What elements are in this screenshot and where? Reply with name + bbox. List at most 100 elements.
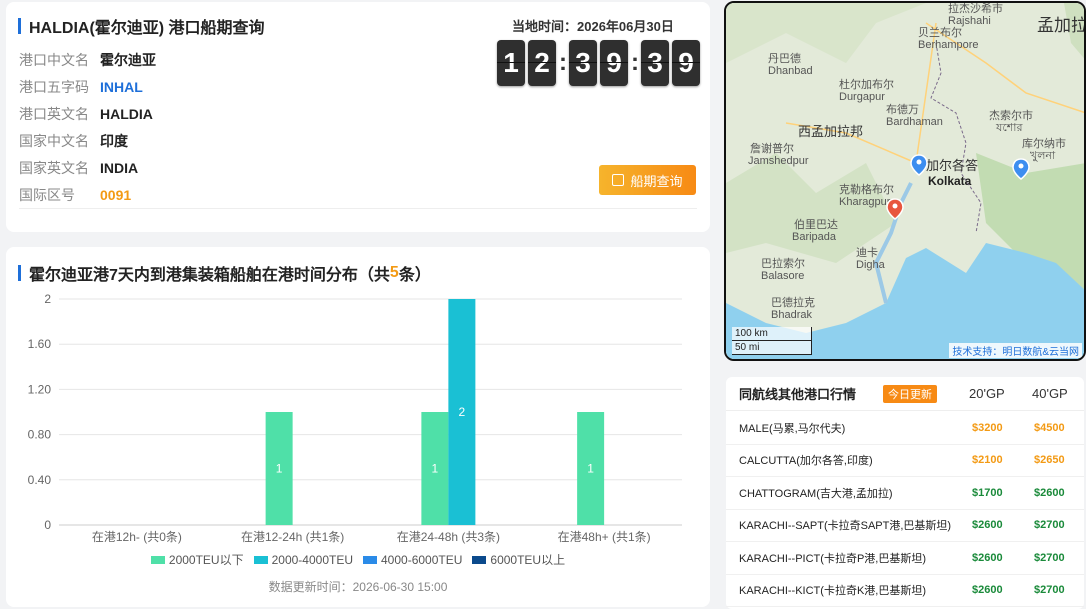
- port-title: HALDIA(霍尔迪亚) 港口船期查询: [18, 14, 265, 38]
- info-value: INHAL: [100, 78, 143, 95]
- divider: [19, 208, 697, 209]
- rate-40gp: $2700: [1034, 551, 1065, 564]
- map-label: Durgapur: [839, 91, 885, 103]
- map-label: 杜尔加布尔: [839, 79, 894, 91]
- legend-swatch: [363, 555, 377, 564]
- y-tick-label: 1.60: [28, 337, 52, 351]
- rate-20gp: $3200: [972, 421, 1003, 434]
- legend-item[interactable]: 2000-4000TEU: [253, 551, 353, 568]
- map-label: 巴德拉克: [771, 297, 815, 309]
- map-credit: 技术支持：明日数航&云当网: [949, 343, 1082, 358]
- rate-40gp: $4500: [1034, 421, 1065, 434]
- map-label: 拉杰沙希市: [948, 3, 1003, 15]
- map-label: 詹谢普尔: [750, 143, 794, 155]
- legend-item[interactable]: 2000TEU以下: [150, 551, 244, 568]
- x-tick-label: 在港24-48h (共3条): [397, 530, 500, 544]
- route-row[interactable]: KARACHI--KICT(卡拉奇K港,巴基斯坦) $2600 $2700: [726, 575, 1084, 607]
- map-label: 丹巴德: [768, 53, 801, 65]
- map-label: Baripada: [792, 231, 837, 243]
- local-time-prefix: 当地时间：: [512, 19, 578, 34]
- map-scale: 100 km 50 mi: [732, 327, 812, 355]
- column-20gp: 20'GP: [969, 386, 1005, 401]
- map-label: Balasore: [761, 270, 805, 282]
- column-40gp: 40'GP: [1032, 386, 1068, 401]
- bar-value-label: 1: [276, 462, 283, 476]
- legend-label: 2000TEU以下: [168, 553, 244, 567]
- port-info-list: 港口中文名 霍尔迪亚 港口五字码 INHAL 港口英文名 HALDIA 国家中文…: [19, 46, 156, 208]
- bar-value-label: 2: [459, 405, 466, 419]
- y-tick-label: 0.80: [28, 428, 52, 442]
- rate-20gp: $2600: [972, 584, 1003, 597]
- info-value: 印度: [100, 132, 128, 149]
- rate-40gp: $2700: [1034, 584, 1065, 597]
- y-tick-label: 2: [44, 292, 51, 306]
- legend-item[interactable]: 4000-6000TEU: [363, 551, 462, 568]
- route-port-name: MALE(马累,马尔代夫): [739, 422, 846, 435]
- info-row-country-en: 国家英文名 INDIA: [19, 154, 156, 181]
- rate-40gp: $2700: [1034, 519, 1065, 532]
- map-label: Rajshahi: [948, 15, 991, 27]
- route-port-name: CHATTOGRAM(吉大港,孟加拉): [739, 487, 893, 500]
- info-key: 港口五字码: [19, 78, 89, 95]
- clock-digit: 9: [672, 40, 700, 86]
- y-tick-label: 1.20: [28, 382, 52, 396]
- map-label: 伯里巴达: [794, 219, 838, 231]
- info-row-cn-name: 港口中文名 霍尔迪亚: [19, 46, 156, 73]
- rate-20gp: $2600: [972, 551, 1003, 564]
- schedule-search-button[interactable]: 船期查询: [599, 165, 696, 195]
- port-map[interactable]: 拉杰沙希市 Rajshahi 孟加拉 贝兰布尔 Berhampore 丹巴德 D…: [724, 1, 1086, 361]
- route-row[interactable]: KARACHI--SAPT(卡拉奇SAPT港,巴基斯坦) $2600 $2700: [726, 510, 1084, 542]
- clock-digit: 9: [600, 40, 628, 86]
- clock-digit: 3: [641, 40, 669, 86]
- route-rates-title: 同航线其他港口行情: [739, 387, 857, 402]
- clock-digit: 1: [497, 40, 525, 86]
- map-label: 加尔各答: [926, 158, 979, 173]
- map-label: 孟加拉: [1037, 16, 1086, 35]
- rate-40gp: $2650: [1034, 454, 1065, 467]
- update-time: 数据更新时间：2026-06-30 15:00: [268, 580, 448, 594]
- route-rates-header: 同航线其他港口行情 今日更新 20'GP 40'GP: [726, 377, 1084, 411]
- map-label: Kolkata: [928, 174, 972, 188]
- map-label: 巴拉索尔: [761, 258, 805, 270]
- clock-colon: :: [559, 49, 567, 76]
- info-row-country-cn: 国家中文名 印度: [19, 127, 156, 154]
- clock-digit: 2: [528, 40, 556, 86]
- route-row[interactable]: CHATTOGRAM(吉大港,孟加拉) $1700 $2600: [726, 477, 1084, 510]
- y-tick-label: 0: [44, 518, 51, 532]
- local-time-label: 当地时间：2026年06月30日: [512, 16, 674, 35]
- map-label: 杰索尔市: [989, 110, 1033, 122]
- x-tick-label: 在港12-24h (共1条): [241, 530, 344, 544]
- route-row[interactable]: KARACHI--PICT(卡拉奇P港,巴基斯坦) $2600 $2700: [726, 542, 1084, 575]
- map-label: Bhadrak: [771, 309, 812, 321]
- map-label: 库尔纳市: [1022, 138, 1066, 150]
- updated-today-badge: 今日更新: [883, 385, 937, 403]
- info-row-dial-code: 国际区号 0091: [19, 181, 156, 208]
- bar-value-label: 1: [432, 462, 439, 476]
- port-title-text: HALDIA(霍尔迪亚) 港口船期查询: [29, 20, 265, 37]
- map-scale-mi: 50 mi: [732, 341, 812, 355]
- map-label: 布德万: [886, 104, 919, 116]
- route-row[interactable]: MALE(马累,马尔代夫) $3200 $4500: [726, 412, 1084, 445]
- info-key: 国际区号: [19, 186, 75, 203]
- info-value: 0091: [100, 186, 132, 203]
- info-key: 港口中文名: [19, 51, 89, 68]
- map-label: খুলনা: [1030, 150, 1056, 162]
- legend-label: 6000TEU以上: [490, 553, 566, 567]
- port-info-card: HALDIA(霍尔迪亚) 港口船期查询 港口中文名 霍尔迪亚 港口五字码 INH…: [6, 2, 710, 232]
- rate-20gp: $1700: [972, 486, 1003, 499]
- route-row[interactable]: CALCUTTA(加尔各答,印度) $2100 $2650: [726, 445, 1084, 477]
- legend-swatch: [472, 555, 487, 564]
- chart-legend: 2000TEU以下 2000-4000TEU 4000-6000TEU 6000TEU…: [6, 551, 710, 568]
- info-value: HALDIA: [100, 105, 153, 122]
- map-label: Bardhaman: [886, 116, 943, 128]
- x-tick-label: 在港12h- (共0条): [92, 530, 182, 544]
- info-key: 国家英文名: [19, 159, 89, 176]
- route-port-name: CALCUTTA(加尔各答,印度): [739, 455, 873, 468]
- info-value: INDIA: [100, 159, 139, 176]
- dwell-time-bar-chart: 0 0.40 0.80 1.20 1.60 2 在港12h- (共0条) 1 在港12-24h …: [28, 292, 682, 544]
- legend-item[interactable]: 6000TEU以上: [472, 551, 565, 568]
- route-port-name: KARACHI--SAPT(卡拉奇SAPT港,巴基斯坦): [739, 520, 952, 533]
- rate-40gp: $2600: [1034, 486, 1065, 499]
- info-row-code: 港口五字码 INHAL: [19, 73, 156, 100]
- legend-label: 2000-4000TEU: [271, 552, 353, 567]
